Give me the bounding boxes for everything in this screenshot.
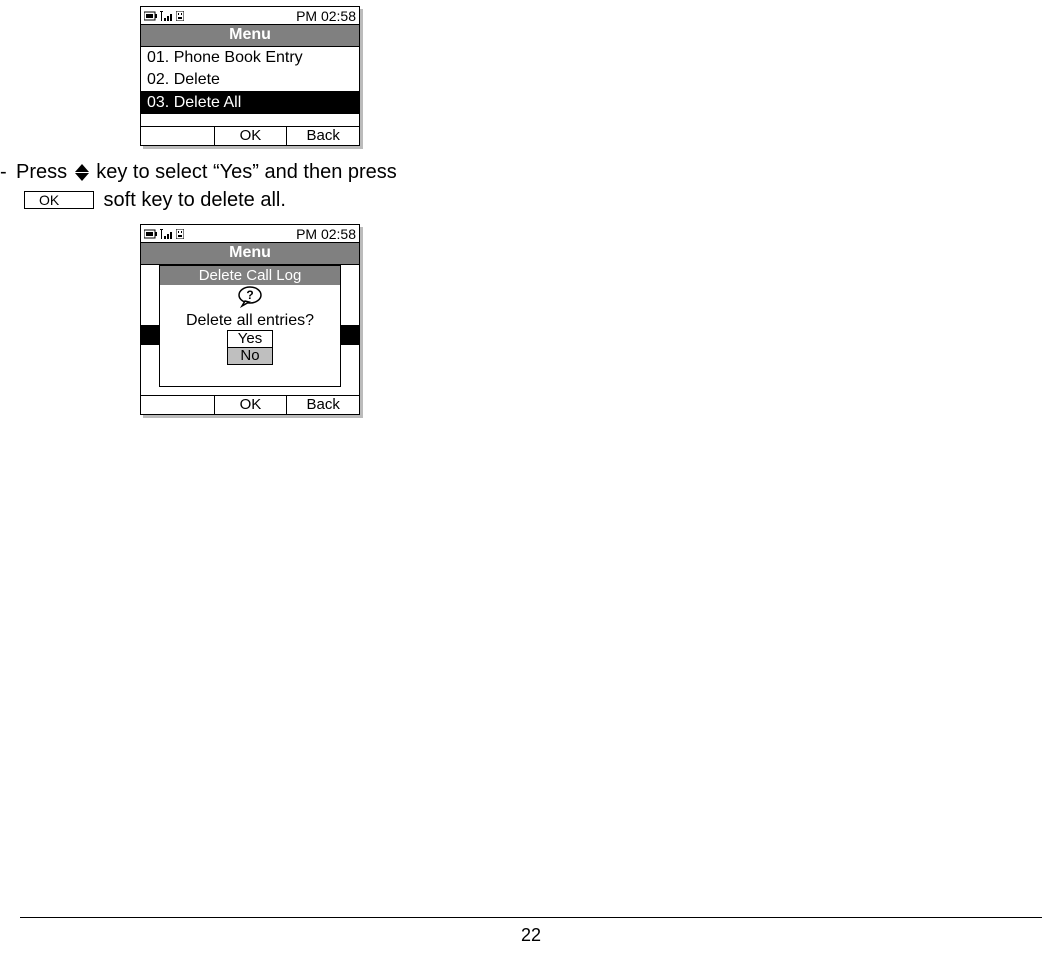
softkey-bar: OK Back: [141, 395, 359, 414]
up-down-key-icon: [75, 164, 89, 181]
memory-icon: [176, 229, 184, 239]
instruction-text-post-ok: soft key to delete all.: [98, 186, 286, 214]
svg-text:?: ?: [246, 288, 253, 302]
softkey-center-ok[interactable]: OK: [214, 127, 287, 145]
menu-blank-area: [141, 114, 359, 126]
status-icons: [144, 229, 184, 239]
softkey-right-back[interactable]: Back: [286, 396, 359, 414]
dialog-option-yes[interactable]: Yes: [227, 330, 273, 347]
status-time: PM 02:58: [296, 8, 356, 24]
dialog-body: Delete Call Log ? Delete all entries? Ye…: [141, 265, 359, 395]
screen-title: Menu: [141, 25, 359, 47]
status-bar: PM 02:58: [141, 225, 359, 243]
phone-screen-dialog: PM 02:58 Menu Delete Call Log ? Delete a…: [140, 224, 360, 415]
battery-icon: [144, 229, 158, 239]
softkey-bar: OK Back: [141, 126, 359, 145]
dialog-content: ? Delete all entries? Yes No: [160, 285, 340, 365]
instruction-text-post-icon: key to select “Yes” and then press: [91, 158, 397, 186]
instruction-line: - Press key to select “Yes” and then pre…: [0, 158, 1062, 214]
softkey-left[interactable]: [141, 127, 214, 145]
dialog-title: Delete Call Log: [160, 266, 340, 285]
battery-icon: [144, 11, 158, 21]
phone-screen-menu: PM 02:58 Menu 01. Phone Book Entry 02. D…: [140, 6, 360, 146]
signal-icon: [160, 229, 174, 239]
menu-item-delete[interactable]: 02. Delete: [141, 69, 359, 91]
softkey-right-back[interactable]: Back: [286, 127, 359, 145]
question-icon: ?: [235, 286, 265, 308]
bullet-dash: -: [0, 158, 16, 186]
menu-item-delete-all[interactable]: 03. Delete All: [141, 91, 359, 114]
menu-list: 01. Phone Book Entry 02. Delete 03. Dele…: [141, 47, 359, 126]
status-bar: PM 02:58: [141, 7, 359, 25]
dialog-message: Delete all entries?: [160, 312, 340, 330]
memory-icon: [176, 11, 184, 21]
status-time: PM 02:58: [296, 226, 356, 242]
page-number: 22: [0, 925, 1062, 946]
signal-icon: [160, 11, 174, 21]
screen-title: Menu: [141, 243, 359, 265]
page-rule: [20, 917, 1042, 918]
instruction-text-pre: Press: [16, 158, 73, 186]
dialog-option-no[interactable]: No: [227, 347, 273, 365]
status-icons: [144, 11, 184, 21]
confirm-dialog: Delete Call Log ? Delete all entries? Ye…: [159, 265, 341, 387]
ok-softkey-inline: OK: [24, 191, 94, 209]
softkey-center-ok[interactable]: OK: [214, 396, 287, 414]
softkey-left[interactable]: [141, 396, 214, 414]
menu-item-phone-book-entry[interactable]: 01. Phone Book Entry: [141, 47, 359, 69]
